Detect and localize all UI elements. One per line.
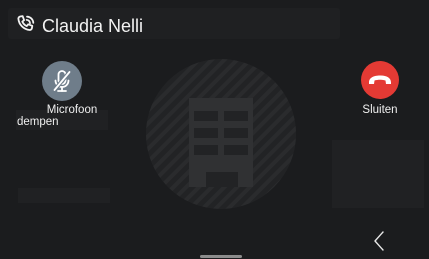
caller-avatar bbox=[146, 59, 296, 209]
left-panel-bottom bbox=[18, 188, 110, 203]
call-screen: Claudia Nelli Microfoon dempen Sluiten bbox=[0, 0, 429, 259]
phone-hangup-icon bbox=[369, 75, 391, 84]
mute-microphone-button[interactable] bbox=[42, 61, 82, 101]
building-icon bbox=[189, 98, 253, 187]
chevron-left-icon bbox=[374, 231, 384, 251]
back-button[interactable] bbox=[369, 229, 391, 253]
microphone-off-icon bbox=[52, 70, 72, 92]
phone-ringing-icon bbox=[14, 13, 38, 37]
hang-up-button[interactable] bbox=[361, 61, 399, 99]
hang-up-label: Sluiten bbox=[362, 104, 398, 116]
caller-name: Claudia Nelli bbox=[42, 16, 144, 36]
mute-microphone-label: Microfoon dempen bbox=[17, 104, 98, 128]
right-panel bbox=[332, 140, 424, 208]
home-indicator[interactable] bbox=[200, 255, 242, 258]
